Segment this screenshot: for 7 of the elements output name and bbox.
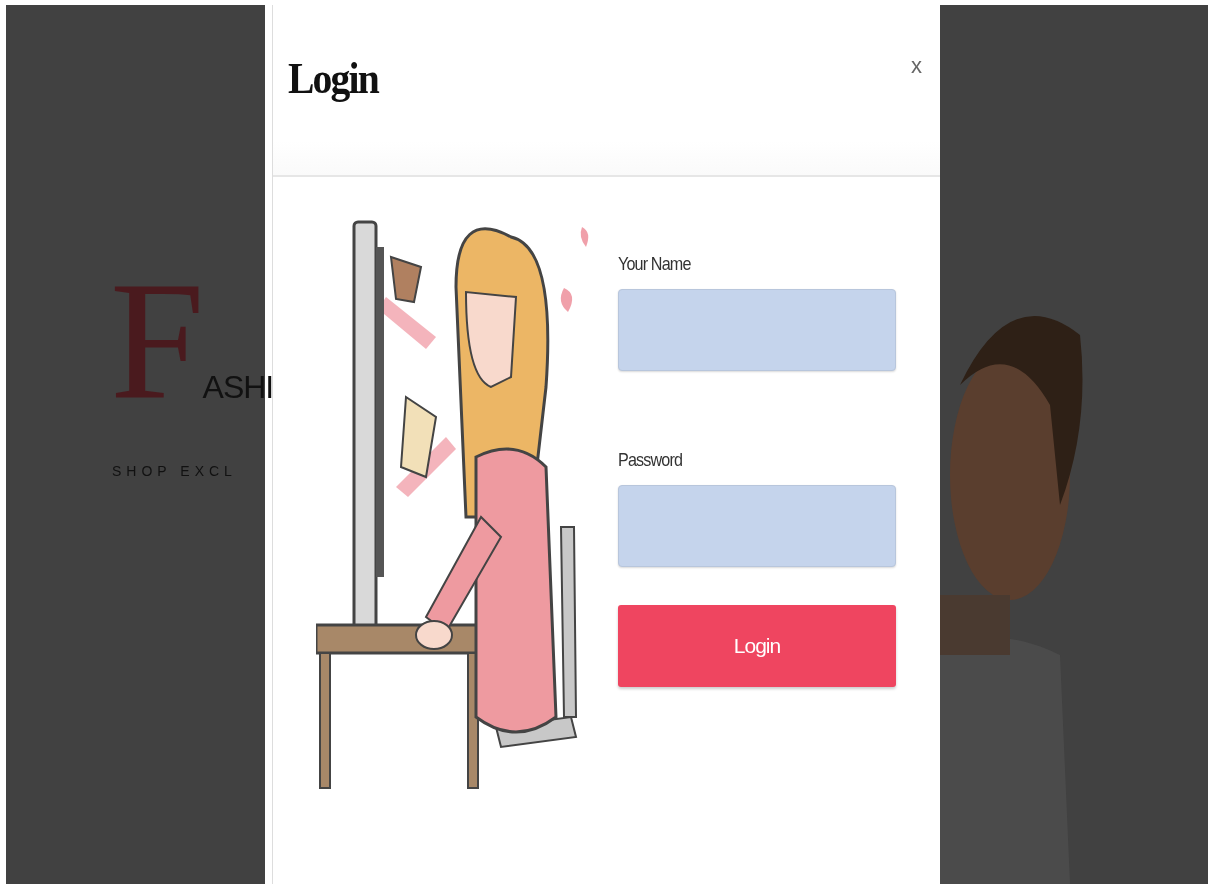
input-field[interactable] xyxy=(618,289,896,371)
field-label: Password xyxy=(618,449,684,471)
field-label: Your Name xyxy=(618,253,692,275)
dialog-title: Login xyxy=(288,53,379,104)
login-button[interactable]: Login xyxy=(618,605,896,687)
close-button[interactable]: x xyxy=(909,53,924,79)
input-field[interactable] xyxy=(618,485,896,567)
